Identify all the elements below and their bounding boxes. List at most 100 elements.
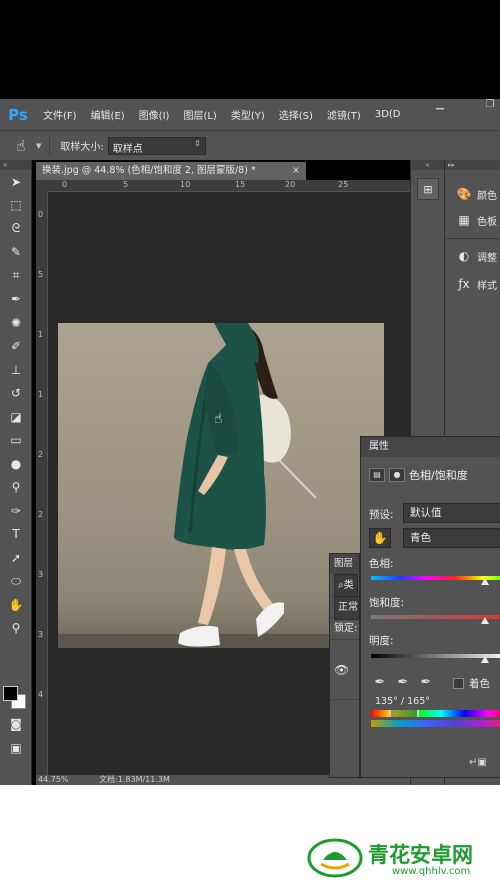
lock-label: 锁定: (334, 623, 358, 634)
colorize-checkbox[interactable] (453, 678, 464, 689)
adjustment-type-header: ▤ ● 色相/饱和度 (369, 467, 468, 483)
sample-size-select[interactable]: 取样点 ⇕ (107, 136, 206, 155)
menu-type[interactable]: 类型(Y) (224, 107, 272, 122)
styles-panel-tab[interactable]: ƒx 样式 (445, 272, 500, 296)
restore-icon[interactable]: ❐ (480, 99, 500, 113)
layers-search-row[interactable]: ⌕类 (330, 574, 359, 598)
clone-stamp-tool-icon[interactable]: ⊥ (0, 358, 32, 382)
history-brush-tool-icon[interactable]: ↺ (0, 382, 32, 406)
preset-select[interactable]: 默认值 (403, 503, 500, 523)
colorize-label: 着色 (469, 678, 490, 690)
lightness-slider-thumb[interactable] (481, 656, 489, 663)
sample-size-value: 取样点 (112, 143, 143, 155)
eraser-tool-icon[interactable]: ◪ (0, 405, 32, 429)
tools-panel-collapse[interactable]: » (0, 160, 31, 170)
quick-mask-icon[interactable]: ◙ (0, 712, 32, 736)
type-tool-icon[interactable]: T (0, 523, 32, 547)
gradient-tool-icon[interactable]: ▭ (0, 429, 32, 453)
adjustment-layer-icon[interactable]: ▤ (369, 468, 385, 482)
swatches-icon: ▦ (458, 213, 470, 227)
path-select-tool-icon[interactable]: ➚ (0, 546, 32, 570)
photoshop-logo: Ps (8, 105, 28, 124)
swatches-panel-label: 色板 (477, 216, 497, 228)
crop-tool-icon[interactable]: ⌗ (0, 264, 32, 288)
tool-preset-caret-icon[interactable]: ▼ (36, 142, 41, 150)
color-panel-tab[interactable]: 🎨 颜色 (445, 182, 500, 206)
screen-mode-icon[interactable]: ▣ (0, 736, 32, 760)
watermark-logo (307, 838, 363, 878)
color-range-marker[interactable] (389, 710, 419, 717)
tool-preset-hand-icon[interactable]: ☝ (6, 137, 36, 155)
menu-edit[interactable]: 编辑(E) (84, 107, 132, 122)
options-bar: ☝ ▼ 取样大小: 取样点 ⇕ (0, 130, 500, 160)
quick-select-tool-icon[interactable]: ✎ (0, 241, 32, 265)
styles-icon: ƒx (458, 277, 470, 291)
adjustments-panel-label: 调整 (477, 252, 497, 264)
horizontal-ruler[interactable]: 0 5 10 15 20 25 (48, 180, 410, 192)
history-panel-icon[interactable]: ⊞ (417, 178, 439, 200)
document-tab[interactable]: 换装.jpg @ 44.8% (色相/饱和度 2, 图层蒙版/8) * × (36, 162, 306, 180)
menu-file[interactable]: 文件(F) (36, 107, 84, 122)
blend-mode-select[interactable]: 正常 (334, 596, 359, 620)
eyedropper-tool-icon[interactable]: ✒ (0, 288, 32, 312)
swatches-panel-tab[interactable]: ▦ 色板 (445, 208, 500, 232)
layers-panel-tab[interactable]: 图层 (330, 554, 359, 574)
ruler-v-label: 1 (38, 390, 44, 399)
visibility-eye-icon[interactable]: 👁 (334, 663, 349, 677)
styles-panel-label: 样式 (477, 280, 497, 292)
mask-icon[interactable]: ● (389, 468, 405, 482)
dock2-collapse-icon[interactable]: ▸▸ (445, 160, 500, 170)
marquee-tool-icon[interactable]: ⬚ (0, 194, 32, 218)
healing-brush-tool-icon[interactable]: ✺ (0, 311, 32, 335)
panel-divider (445, 238, 500, 239)
blur-tool-icon[interactable]: ● (0, 452, 32, 476)
minimize-icon[interactable]: ▁ (430, 99, 450, 113)
dodge-tool-icon[interactable]: ⚲ (0, 476, 32, 500)
vertical-ruler[interactable]: 0 5 1 1 2 2 3 3 4 (36, 192, 48, 775)
menu-filter[interactable]: 滤镜(T) (320, 107, 368, 122)
foreground-color-swatch[interactable] (3, 686, 18, 701)
pen-tool-icon[interactable]: ✑ (0, 499, 32, 523)
hand-tool-icon[interactable]: ✋ (0, 593, 32, 617)
eyedropper-icon[interactable]: ✒ (371, 673, 389, 691)
hue-slider-thumb[interactable] (481, 578, 489, 585)
lasso-tool-icon[interactable]: ᘓ (0, 217, 32, 241)
eyedropper-plus-icon[interactable]: ✒ (394, 673, 412, 691)
watermark-url: www.qhhlv.com (392, 866, 471, 877)
menu-layer[interactable]: 图层(L) (176, 107, 223, 122)
saturation-slider-thumb[interactable] (481, 617, 489, 624)
brush-tool-icon[interactable]: ✐ (0, 335, 32, 359)
zoom-readout: 44.75% (38, 775, 69, 784)
eyedropper-minus-icon[interactable]: ✒ (417, 673, 435, 691)
blend-mode-row[interactable]: 正常 (330, 596, 359, 620)
menu-select[interactable]: 选择(S) (272, 107, 320, 122)
palette-icon: 🎨 (456, 187, 472, 201)
saturation-label: 饱和度: (369, 597, 405, 609)
ruler-v-label: 5 (38, 270, 44, 279)
adjustments-icon: ◐ (458, 249, 470, 263)
targeted-adjust-hand-icon[interactable]: ✋ (369, 528, 391, 548)
menu-image[interactable]: 图像(I) (132, 107, 177, 122)
layer-filter-kind: 类 (343, 580, 354, 591)
layer-filter-search[interactable]: ⌕类 (334, 574, 358, 598)
channel-select[interactable]: 青色 (403, 528, 500, 548)
hue-label: 色相: (369, 558, 394, 570)
zoom-tool-icon[interactable]: ⚲ (0, 617, 32, 641)
menu-3d[interactable]: 3D(D (368, 109, 408, 120)
layer-row[interactable]: 👁 (330, 640, 359, 700)
options-divider (49, 135, 51, 156)
properties-panel-tab[interactable]: 属性 (361, 437, 500, 457)
move-tool-icon[interactable]: ➤ (0, 170, 32, 194)
svg-text:☝: ☝ (214, 411, 223, 427)
adjustment-title: 色相/饱和度 (409, 469, 468, 482)
lightness-label: 明度: (369, 635, 394, 647)
close-icon[interactable]: × (292, 162, 300, 180)
adjustments-panel-tab[interactable]: ◐ 调整 (445, 244, 500, 268)
shape-tool-icon[interactable]: ⬭ (0, 570, 32, 594)
dock-collapse-icon[interactable]: « (411, 160, 444, 170)
properties-panel: 属性 ▤ ● 色相/饱和度 预设: 默认值 ✋ 青色 色相: 饱和度: 明度: … (360, 436, 500, 778)
letterbox-top (0, 0, 500, 99)
ruler-h-label: 15 (235, 180, 246, 189)
ruler-h-label: 0 (62, 180, 68, 189)
clip-to-layer-icon[interactable]: ↵▣ (469, 757, 487, 768)
